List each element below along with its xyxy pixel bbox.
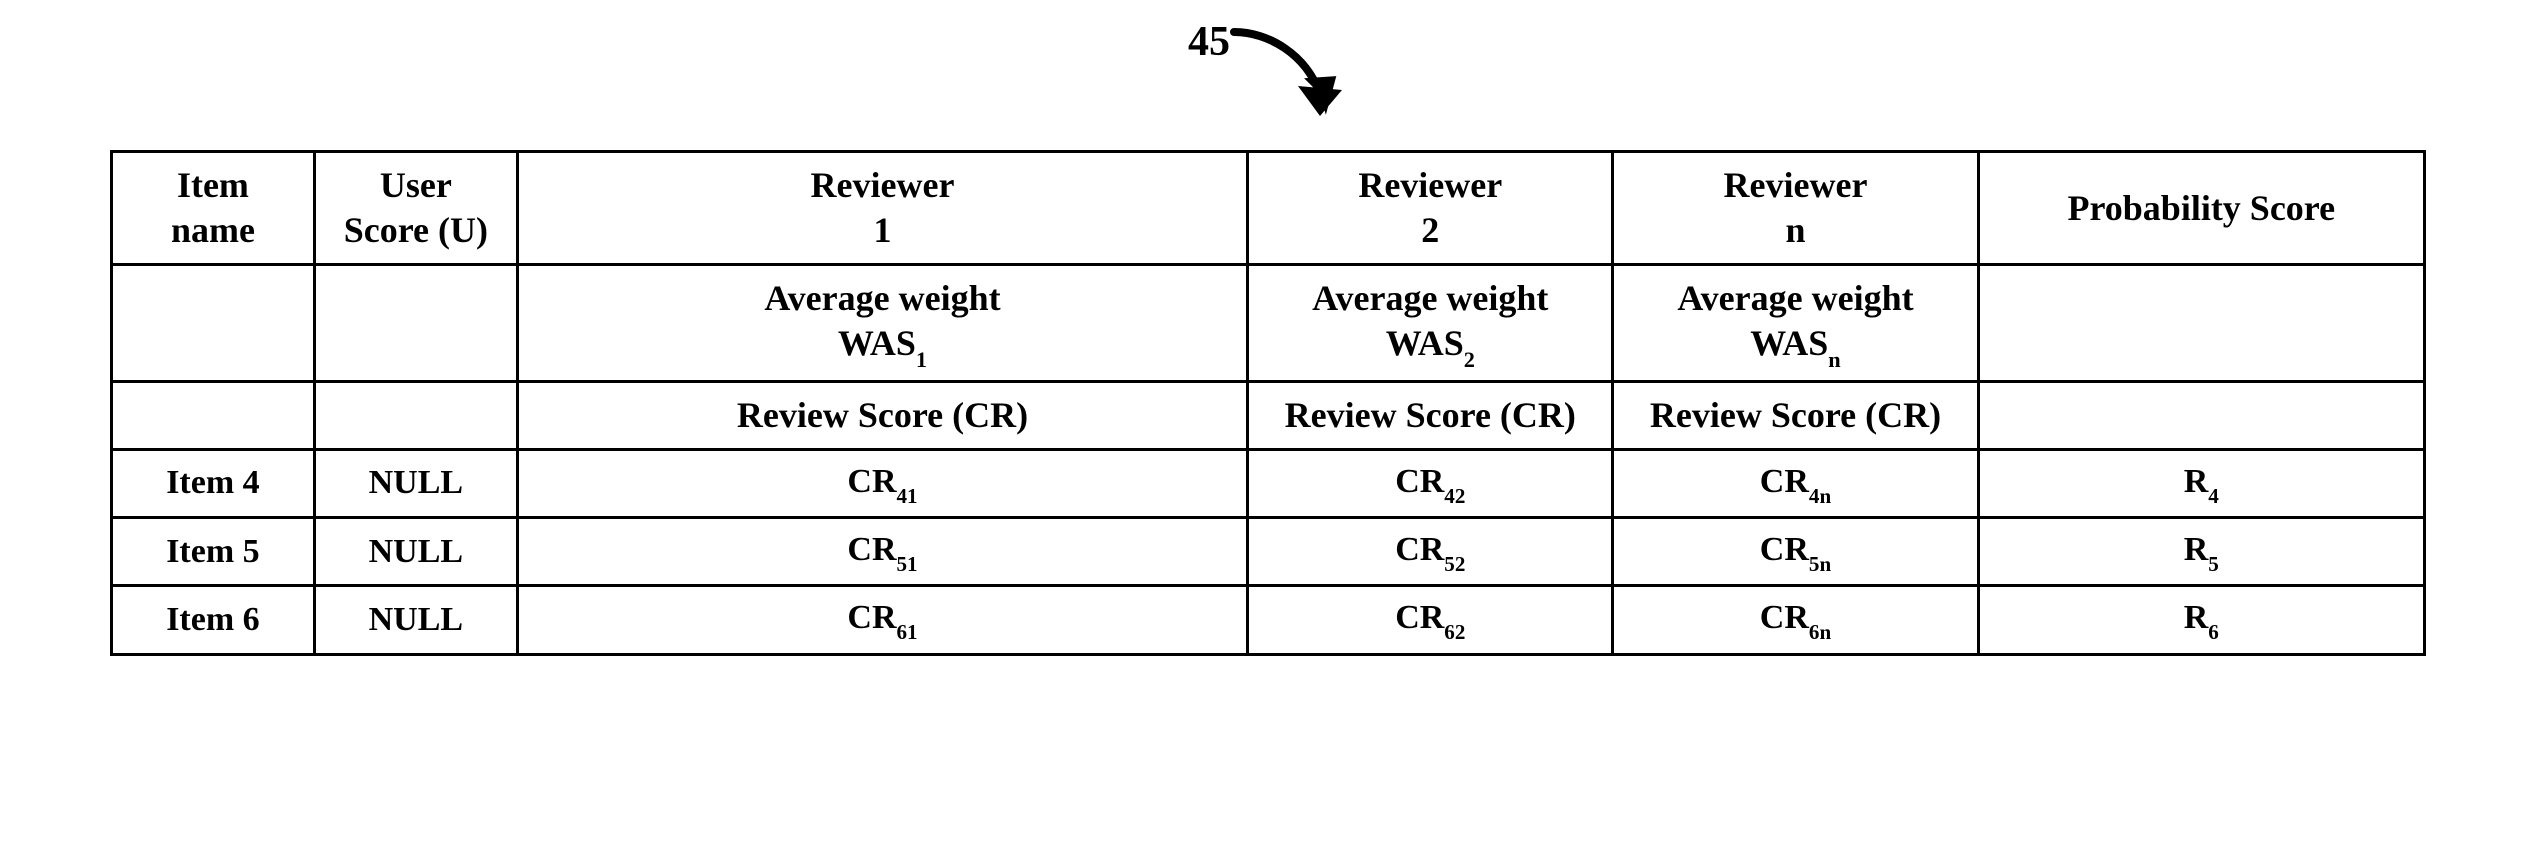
table-container: Item name User Score (U) Reviewer 1 Revi… bbox=[110, 150, 2426, 656]
cr-sub: 61 bbox=[897, 620, 918, 644]
review-score-2: Review Score (CR) bbox=[1248, 382, 1613, 450]
cr-prefix: CR bbox=[847, 599, 896, 636]
avg-weight-sub-2: 2 bbox=[1464, 347, 1475, 372]
cr-sub: 51 bbox=[897, 552, 918, 576]
cr-prefix: CR bbox=[847, 463, 896, 500]
cr-sub: 52 bbox=[1444, 552, 1465, 576]
r-prefix: R bbox=[2184, 463, 2209, 500]
item-name: Item 4 bbox=[112, 450, 315, 518]
prob-cell: R5 bbox=[1978, 518, 2424, 586]
empty-cell bbox=[112, 382, 315, 450]
prob-cell: R6 bbox=[1978, 586, 2424, 654]
table-row: Item 5 NULL CR51 CR52 CR5n R5 bbox=[112, 518, 2425, 586]
item-name: Item 6 bbox=[112, 586, 315, 654]
cr-prefix: CR bbox=[1760, 463, 1809, 500]
avg-weight-sub-n: n bbox=[1828, 347, 1840, 372]
r-sub: 4 bbox=[2208, 484, 2219, 508]
empty-cell bbox=[314, 265, 517, 382]
prob-cell: R4 bbox=[1978, 450, 2424, 518]
r-prefix: R bbox=[2184, 531, 2209, 568]
user-score: NULL bbox=[314, 450, 517, 518]
item-name: Item 5 bbox=[112, 518, 315, 586]
cr-cell: CR42 bbox=[1248, 450, 1613, 518]
review-score-1: Review Score (CR) bbox=[517, 382, 1247, 450]
avg-weight-n: Average weight WASn bbox=[1613, 265, 1978, 382]
page: 45 Item name User Score (U) Review bbox=[0, 0, 2536, 855]
header-row: Item name User Score (U) Reviewer 1 Revi… bbox=[112, 152, 2425, 265]
avg-weight-2: Average weight WAS2 bbox=[1248, 265, 1613, 382]
cr-sub: 4n bbox=[1809, 484, 1831, 508]
cr-cell: CR41 bbox=[517, 450, 1247, 518]
empty-cell bbox=[314, 382, 517, 450]
cr-prefix: CR bbox=[1395, 463, 1444, 500]
empty-cell bbox=[1978, 382, 2424, 450]
r-sub: 5 bbox=[2208, 552, 2219, 576]
cr-sub: 5n bbox=[1809, 552, 1831, 576]
score-table: Item name User Score (U) Reviewer 1 Revi… bbox=[110, 150, 2426, 656]
cr-sub: 41 bbox=[897, 484, 918, 508]
avg-weight-sub-1: 1 bbox=[916, 347, 927, 372]
cr-prefix: CR bbox=[1760, 599, 1809, 636]
empty-cell bbox=[1978, 265, 2424, 382]
review-score-row: Review Score (CR) Review Score (CR) Revi… bbox=[112, 382, 2425, 450]
header-reviewer-2: Reviewer 2 bbox=[1248, 152, 1613, 265]
header-reviewer-n: Reviewer n bbox=[1613, 152, 1978, 265]
header-user: User Score (U) bbox=[314, 152, 517, 265]
user-score: NULL bbox=[314, 518, 517, 586]
table-row: Item 6 NULL CR61 CR62 CR6n R6 bbox=[112, 586, 2425, 654]
cr-cell: CR61 bbox=[517, 586, 1247, 654]
cr-prefix: CR bbox=[1395, 599, 1444, 636]
arrow-icon bbox=[1228, 24, 1348, 134]
cr-cell: CR4n bbox=[1613, 450, 1978, 518]
figure-label: 45 bbox=[1188, 18, 1348, 134]
review-score-n: Review Score (CR) bbox=[1613, 382, 1978, 450]
table-row: Item 4 NULL CR41 CR42 CR4n R4 bbox=[112, 450, 2425, 518]
cr-cell: CR6n bbox=[1613, 586, 1978, 654]
r-sub: 6 bbox=[2208, 620, 2219, 644]
user-score: NULL bbox=[314, 586, 517, 654]
header-item: Item name bbox=[112, 152, 315, 265]
avg-weight-prefix: Average weight WAS bbox=[764, 278, 1000, 363]
avg-weight-row: Average weight WAS1 Average weight WAS2 … bbox=[112, 265, 2425, 382]
avg-weight-1: Average weight WAS1 bbox=[517, 265, 1247, 382]
cr-prefix: CR bbox=[847, 531, 896, 568]
empty-cell bbox=[112, 265, 315, 382]
cr-cell: CR51 bbox=[517, 518, 1247, 586]
avg-weight-prefix: Average weight WAS bbox=[1312, 278, 1548, 363]
header-reviewer-1: Reviewer 1 bbox=[517, 152, 1247, 265]
table-body: Item 4 NULL CR41 CR42 CR4n R4 Item 5 NUL… bbox=[112, 450, 2425, 654]
r-prefix: R bbox=[2184, 599, 2209, 636]
cr-cell: CR5n bbox=[1613, 518, 1978, 586]
cr-sub: 6n bbox=[1809, 620, 1831, 644]
avg-weight-prefix: Average weight WAS bbox=[1677, 278, 1913, 363]
cr-cell: CR52 bbox=[1248, 518, 1613, 586]
cr-sub: 42 bbox=[1444, 484, 1465, 508]
cr-sub: 62 bbox=[1444, 620, 1465, 644]
cr-cell: CR62 bbox=[1248, 586, 1613, 654]
cr-prefix: CR bbox=[1395, 531, 1444, 568]
header-probability: Probability Score bbox=[1978, 152, 2424, 265]
cr-prefix: CR bbox=[1760, 531, 1809, 568]
